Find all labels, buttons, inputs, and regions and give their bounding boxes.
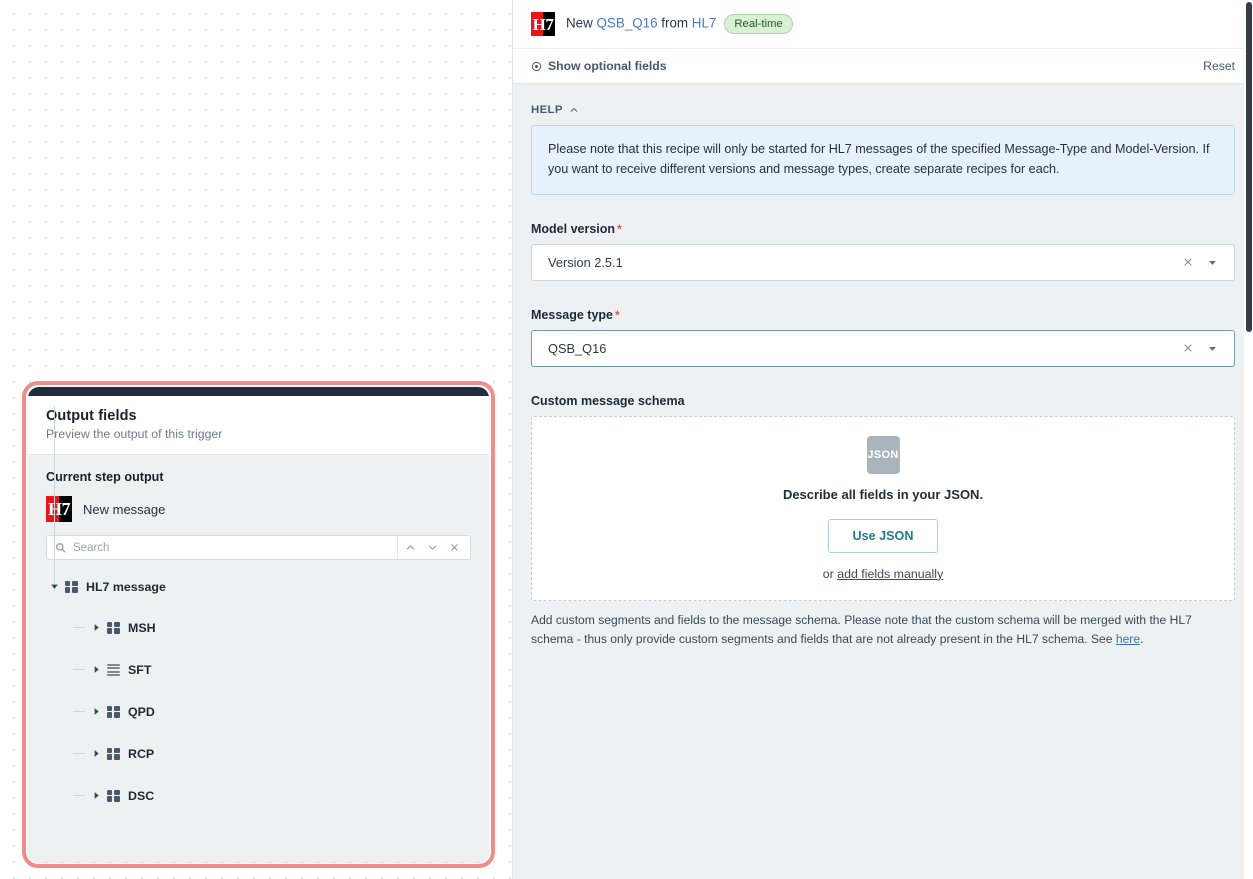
- output-search-box[interactable]: [46, 535, 471, 560]
- tree-node-label: HL7 message: [86, 580, 166, 594]
- tree-node-label: SFT: [128, 663, 151, 677]
- caret-right-icon[interactable]: [90, 622, 102, 634]
- model-version-label-text: Model version: [531, 222, 615, 236]
- caret-down-icon[interactable]: [1204, 254, 1220, 270]
- object-grid-icon: [107, 621, 120, 634]
- caret-right-icon[interactable]: [90, 664, 102, 676]
- tree-node-qpd[interactable]: QPD: [90, 703, 471, 720]
- tree-node-hl7-message[interactable]: HL7 message: [48, 578, 471, 595]
- output-fields-panel: Output fields Preview the output of this…: [28, 387, 489, 862]
- current-step-row[interactable]: H7 New message: [46, 496, 471, 522]
- model-version-select[interactable]: Version 2.5.1: [531, 244, 1235, 281]
- custom-schema-dropzone[interactable]: JSON Describe all fields in your JSON. U…: [531, 416, 1235, 601]
- tree-node-label: DSC: [128, 789, 154, 803]
- hint-here-link[interactable]: here: [1116, 632, 1140, 646]
- hl7-logo-icon: H7: [46, 496, 72, 522]
- custom-schema-label: Custom message schema: [531, 394, 1235, 408]
- object-grid-icon: [65, 580, 78, 593]
- trigger-title-prefix: New: [566, 16, 597, 31]
- chevron-down-icon[interactable]: [422, 537, 442, 559]
- panel-subtitle: Preview the output of this trigger: [46, 427, 471, 441]
- caret-down-icon[interactable]: [48, 581, 60, 593]
- step-name-label: New message: [83, 502, 165, 517]
- trigger-message-type[interactable]: QSB_Q16: [597, 16, 658, 31]
- panel-top-accent-bar: [28, 387, 489, 396]
- search-tools: [397, 536, 470, 559]
- trigger-source[interactable]: HL7: [692, 16, 717, 31]
- form-toolbar: Show optional fields Reset: [513, 49, 1253, 84]
- close-icon[interactable]: [444, 537, 464, 559]
- tree-node-rcp[interactable]: RCP: [90, 745, 471, 762]
- trigger-title-middle: from: [658, 16, 692, 31]
- app-root: Output fields Preview the output of this…: [0, 0, 1253, 879]
- message-type-select[interactable]: QSB_Q16: [531, 330, 1235, 367]
- message-type-value: QSB_Q16: [548, 341, 1178, 356]
- or-prefix: or: [823, 567, 837, 581]
- hint-text-end: .: [1140, 632, 1143, 646]
- help-label: HELP: [531, 104, 563, 116]
- current-step-output-label: Current step output: [46, 470, 471, 484]
- show-optional-fields-label: Show optional fields: [548, 59, 667, 73]
- workflow-canvas: Output fields Preview the output of this…: [0, 0, 512, 879]
- tree-node-label: QPD: [128, 705, 155, 719]
- object-grid-icon: [107, 705, 120, 718]
- caret-right-icon[interactable]: [90, 706, 102, 718]
- message-type-label-text: Message type: [531, 308, 613, 322]
- status-badge: Real-time: [724, 14, 792, 34]
- hl7-logo-icon: H7: [531, 12, 555, 36]
- help-info-box: Please note that this recipe will only b…: [531, 125, 1235, 195]
- hint-text: Add custom segments and fields to the me…: [531, 613, 1192, 646]
- output-fields-tree: HL7 message MSH SFT: [46, 578, 471, 804]
- use-json-button[interactable]: Use JSON: [828, 519, 939, 553]
- object-grid-icon: [107, 789, 120, 802]
- model-version-label: Model version*: [531, 222, 1235, 236]
- help-section-toggle[interactable]: HELP: [531, 104, 1235, 116]
- dropzone-title: Describe all fields in your JSON.: [783, 487, 983, 502]
- tree-node-label: RCP: [128, 747, 154, 761]
- tree-node-label: MSH: [128, 621, 156, 635]
- trigger-config-pane: H7 New QSB_Q16 from HL7 Real-time Show op…: [512, 0, 1253, 879]
- required-asterisk: *: [617, 222, 622, 236]
- caret-right-icon[interactable]: [90, 790, 102, 802]
- tree-connector-line: [54, 455, 55, 591]
- json-file-icon: JSON: [867, 436, 900, 474]
- caret-right-icon[interactable]: [90, 748, 102, 760]
- page-title: Output fields: [46, 408, 471, 424]
- chevron-up-icon[interactable]: [400, 537, 420, 559]
- tree-node-msh[interactable]: MSH: [90, 619, 471, 636]
- required-asterisk: *: [615, 308, 620, 322]
- search-icon: [55, 542, 66, 553]
- reset-button[interactable]: Reset: [1203, 59, 1235, 73]
- add-fields-manually-link[interactable]: add fields manually: [837, 567, 943, 581]
- tree-node-dsc[interactable]: DSC: [90, 787, 471, 804]
- message-type-label: Message type*: [531, 308, 1235, 322]
- chevron-up-icon[interactable]: [569, 105, 579, 115]
- close-icon[interactable]: [1178, 252, 1198, 272]
- caret-down-icon[interactable]: [1204, 340, 1220, 356]
- dropzone-alt-action: or add fields manually: [823, 567, 944, 581]
- eye-icon: [531, 61, 542, 72]
- output-panel-header: Output fields Preview the output of this…: [28, 396, 489, 455]
- form-header: H7 New QSB_Q16 from HL7 Real-time: [513, 0, 1253, 49]
- object-grid-icon: [107, 747, 120, 760]
- vertical-scrollbar[interactable]: [1244, 0, 1253, 879]
- tree-node-sft[interactable]: SFT: [90, 661, 471, 678]
- array-list-icon: [107, 663, 120, 676]
- trigger-title: New QSB_Q16 from HL7 Real-time: [566, 14, 793, 34]
- custom-schema-hint: Add custom segments and fields to the me…: [531, 611, 1235, 650]
- form-body: HELP Please note that this recipe will o…: [513, 84, 1253, 879]
- model-version-value: Version 2.5.1: [548, 255, 1178, 270]
- scrollbar-thumb[interactable]: [1246, 2, 1252, 332]
- show-optional-fields-button[interactable]: Show optional fields: [531, 59, 667, 73]
- output-panel-body: Current step output H7 New message: [28, 455, 489, 862]
- close-icon[interactable]: [1178, 338, 1198, 358]
- search-input[interactable]: [73, 536, 397, 559]
